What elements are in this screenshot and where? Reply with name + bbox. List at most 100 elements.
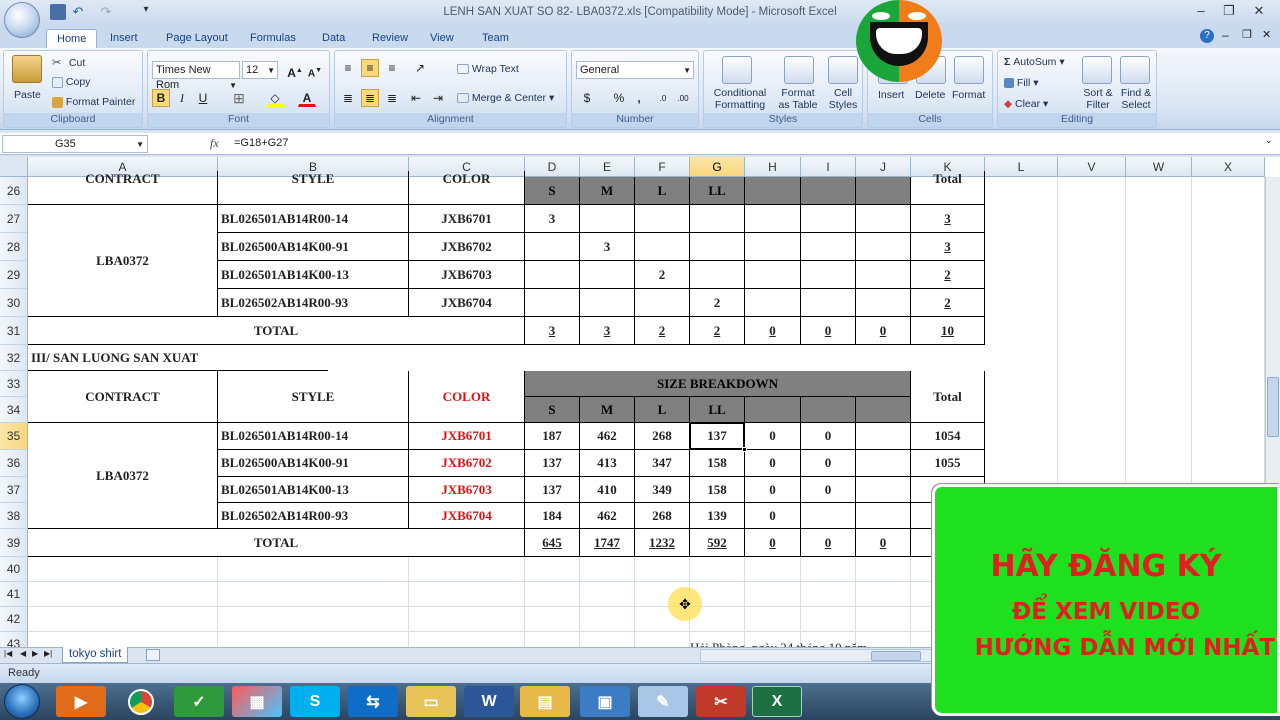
qty-cell-f38[interactable]: 268 xyxy=(635,503,690,529)
ribbon-close-button[interactable]: ✕ xyxy=(1262,28,1271,41)
qty-cell-g27[interactable] xyxy=(690,205,745,233)
row-header-41[interactable]: 41 xyxy=(0,582,28,607)
size-header-f34[interactable]: L xyxy=(635,397,690,423)
decrease-indent-icon[interactable]: ⇤ xyxy=(407,89,425,107)
tab-page-layout[interactable]: Page Layout xyxy=(156,29,238,48)
color-cell-c28[interactable]: JXB6702 xyxy=(409,233,525,261)
qty-cell-f28[interactable] xyxy=(635,233,690,261)
underline-icon[interactable]: U xyxy=(194,89,212,107)
total-i31[interactable]: 0 xyxy=(801,317,856,345)
cell-j29[interactable] xyxy=(856,261,911,289)
total-cell-k36[interactable]: 1055 xyxy=(911,450,985,477)
header-total[interactable]: Total xyxy=(911,371,985,423)
qty-cell-g36[interactable]: 158 xyxy=(690,450,745,477)
column-header-h[interactable]: H xyxy=(745,157,801,177)
style-cell-b29[interactable]: BL026501AB14K00-13 xyxy=(218,261,409,289)
header-style[interactable]: STYLE xyxy=(218,371,409,423)
find-select-button[interactable]: Find & Select xyxy=(1116,87,1156,111)
cell-styles-icon[interactable] xyxy=(828,56,858,84)
align-right-icon[interactable]: ≣ xyxy=(383,89,401,107)
size-header-g34[interactable]: LL xyxy=(690,397,745,423)
size-header-g26[interactable]: LL xyxy=(690,177,745,205)
column-header-e[interactable]: E xyxy=(580,157,635,177)
font-color-icon[interactable]: A xyxy=(298,89,316,107)
total-k31[interactable]: 10 xyxy=(911,317,985,345)
align-center-icon[interactable]: ≣ xyxy=(361,89,379,107)
tab-view[interactable]: View xyxy=(420,29,464,48)
color-cell-c30[interactable]: JXB6704 xyxy=(409,289,525,317)
insert-cells-button[interactable]: Insert xyxy=(878,89,904,101)
style-cell-b37[interactable]: BL026501AB14K00-13 xyxy=(218,477,409,503)
row-header-26[interactable]: 26 xyxy=(0,177,28,205)
qty-cell-f29[interactable]: 2 xyxy=(635,261,690,289)
column-header-v[interactable]: V xyxy=(1058,157,1126,177)
expand-formula-icon[interactable]: ⌄ xyxy=(1265,135,1273,146)
qty-cell-e37[interactable]: 410 xyxy=(580,477,635,503)
total-j31[interactable]: 0 xyxy=(856,317,911,345)
paint-icon[interactable]: ✎ xyxy=(638,686,688,717)
font-size-select[interactable]: 12 ▼ xyxy=(242,61,278,79)
qty-cell-h36[interactable]: 0 xyxy=(745,450,801,477)
ribbon-minimize-button[interactable]: – xyxy=(1222,28,1229,42)
number-format-select[interactable]: General ▼ xyxy=(576,61,694,79)
format-cells-button[interactable]: Format xyxy=(952,89,985,101)
qty-cell-d30[interactable] xyxy=(525,289,580,317)
formula-input[interactable]: =G18+G27 xyxy=(234,137,288,149)
row-header-33[interactable]: 33 xyxy=(0,371,28,397)
restore-button[interactable]: ❐ xyxy=(1216,2,1242,20)
clear-button[interactable]: ◆ Clear ▾ xyxy=(1004,98,1048,110)
total-f31[interactable]: 2 xyxy=(635,317,690,345)
header-color[interactable]: COLOR xyxy=(409,371,525,423)
column-header-i[interactable]: I xyxy=(801,157,856,177)
qty-cell-d28[interactable] xyxy=(525,233,580,261)
cell-i30[interactable] xyxy=(801,289,856,317)
image-viewer-icon[interactable]: ▣ xyxy=(580,686,630,717)
qty-cell-d37[interactable]: 137 xyxy=(525,477,580,503)
total-label-31[interactable]: TOTAL xyxy=(28,317,525,345)
total-d39[interactable]: 645 xyxy=(525,529,580,557)
row-header-40[interactable]: 40 xyxy=(0,557,28,582)
teamviewer-icon[interactable]: ⇆ xyxy=(348,686,398,717)
sheet-nav-prev-icon[interactable]: ◀ xyxy=(20,649,26,658)
font-name-select[interactable]: Times New Rom ▼ xyxy=(152,61,240,91)
size-header-f26[interactable]: L xyxy=(635,177,690,205)
cell-a26[interactable]: CONTRACT xyxy=(28,171,218,205)
column-header-l[interactable]: L xyxy=(985,157,1058,177)
total-f39[interactable]: 1232 xyxy=(635,529,690,557)
row-header-37[interactable]: 37 xyxy=(0,477,28,503)
tab-home[interactable]: Home xyxy=(46,29,98,48)
total-cell-k29[interactable]: 2 xyxy=(911,261,985,289)
qty-cell-f37[interactable]: 349 xyxy=(635,477,690,503)
cell-j37[interactable] xyxy=(856,477,911,503)
ribbon-restore-button[interactable]: ❐ xyxy=(1242,28,1252,41)
paste-icon[interactable] xyxy=(12,55,42,83)
cell-i34[interactable] xyxy=(801,397,856,423)
qty-cell-f30[interactable] xyxy=(635,289,690,317)
contract-cell-block2[interactable]: LBA0372 xyxy=(28,423,218,529)
cut-button[interactable]: ✂ Cut xyxy=(52,56,85,70)
date-text-43[interactable]: Hải Phòng, ngày 24 tháng 10 năm xyxy=(690,638,930,647)
name-box[interactable]: G35 ▼ xyxy=(2,135,148,153)
cell-i29[interactable] xyxy=(801,261,856,289)
qty-cell-d29[interactable] xyxy=(525,261,580,289)
qty-cell-d38[interactable]: 184 xyxy=(525,503,580,529)
qty-cell-g29[interactable] xyxy=(690,261,745,289)
contract-cell-block1[interactable]: LBA0372 xyxy=(28,205,218,317)
cell-j28[interactable] xyxy=(856,233,911,261)
fill-button[interactable]: Fill ▾ xyxy=(1004,77,1039,89)
sheet-nav-first-icon[interactable]: |◀ xyxy=(4,649,12,658)
color-cell-c35[interactable]: JXB6701 xyxy=(409,423,525,450)
scroll-thumb[interactable] xyxy=(1267,377,1279,437)
color-cell-c29[interactable]: JXB6703 xyxy=(409,261,525,289)
qty-cell-g28[interactable] xyxy=(690,233,745,261)
align-bottom-icon[interactable]: ≡ xyxy=(383,59,401,77)
cell-j35[interactable] xyxy=(856,423,911,450)
selected-cell-g35[interactable] xyxy=(689,422,745,450)
decrease-decimal-icon[interactable]: .00 xyxy=(674,89,692,107)
help-icon[interactable]: ? xyxy=(1200,29,1214,43)
qty-cell-i36[interactable]: 0 xyxy=(801,450,856,477)
qty-cell-e27[interactable] xyxy=(580,205,635,233)
office-button[interactable] xyxy=(4,2,40,38)
align-top-icon[interactable]: ≡ xyxy=(339,59,357,77)
word-icon[interactable]: W xyxy=(464,686,514,717)
